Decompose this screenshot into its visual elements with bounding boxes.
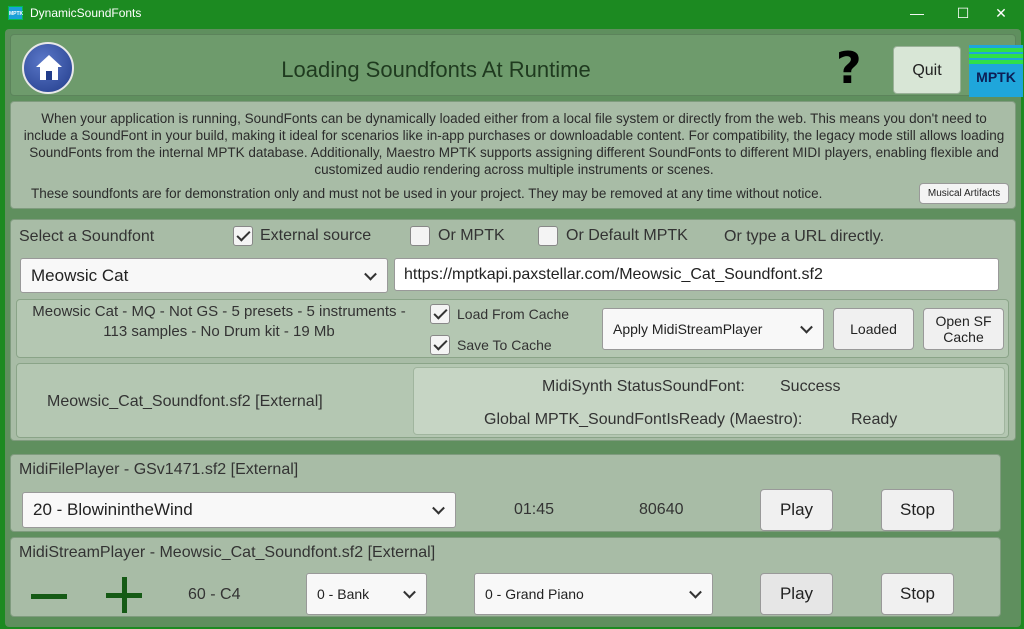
or-mptk-label: Or MPTK bbox=[438, 227, 505, 244]
chevron-down-icon bbox=[364, 267, 377, 281]
current-note: 60 - C4 bbox=[188, 586, 241, 603]
chevron-down-icon bbox=[432, 501, 445, 515]
home-icon bbox=[36, 55, 62, 80]
midi-stream-play-button[interactable]: Play bbox=[760, 573, 833, 615]
window-title: DynamicSoundFonts bbox=[30, 6, 142, 20]
or-mptk-checkbox[interactable] bbox=[410, 226, 430, 246]
midi-file-select-value: 20 - BlowinintheWind bbox=[33, 500, 193, 519]
midi-stream-stop-button[interactable]: Stop bbox=[881, 573, 954, 615]
chevron-down-icon bbox=[689, 585, 702, 599]
soundfont-select-value: Meowsic Cat bbox=[31, 265, 129, 285]
select-soundfont-label: Select a Soundfont bbox=[19, 228, 155, 245]
soundfont-status-panel: Meowsic_Cat_Soundfont.sf2 [External] Mid… bbox=[16, 363, 1009, 438]
midi-file-player-title: MidiFilePlayer - GSv1471.sf2 [External] bbox=[19, 461, 299, 478]
midi-stream-player-title: MidiStreamPlayer - Meowsic_Cat_Soundfont… bbox=[19, 544, 436, 561]
external-source-label: External source bbox=[260, 227, 372, 244]
app-icon: MPTK bbox=[8, 6, 23, 20]
open-sf-cache-button[interactable]: Open SF Cache bbox=[923, 308, 1004, 350]
minus-icon[interactable] bbox=[31, 594, 67, 599]
quit-button[interactable]: Quit bbox=[893, 46, 961, 94]
close-button[interactable]: ✕ bbox=[978, 0, 1024, 27]
url-input[interactable]: https://mptkapi.paxstellar.com/Meowsic_C… bbox=[394, 258, 999, 291]
page-title: Loading Soundfonts At Runtime bbox=[281, 57, 591, 82]
soundfont-info-text: Meowsic Cat - MQ - Not GS - 5 presets - … bbox=[32, 303, 406, 340]
url-hint-label: Or type a URL directly. bbox=[724, 228, 885, 245]
soundfont-panel: Select a Soundfont External source Or MP… bbox=[10, 219, 1016, 441]
midi-stream-player-panel: MidiStreamPlayer - Meowsic_Cat_Soundfont… bbox=[10, 537, 1001, 617]
midi-file-stop-button[interactable]: Stop bbox=[881, 489, 954, 531]
description-panel: When your application is running, SoundF… bbox=[10, 101, 1016, 209]
preset-select-value: 0 - Grand Piano bbox=[485, 586, 584, 602]
tick-count: 80640 bbox=[639, 501, 684, 518]
chevron-down-icon bbox=[403, 585, 416, 599]
playback-time: 01:45 bbox=[514, 501, 555, 518]
preset-select[interactable]: 0 - Grand Piano bbox=[474, 573, 713, 615]
logo-text: MPTK bbox=[976, 69, 1016, 85]
global-ready-label: Global MPTK_SoundFontIsReady (Maestro): bbox=[484, 411, 803, 428]
soundfont-select[interactable]: Meowsic Cat bbox=[20, 258, 388, 293]
home-button[interactable] bbox=[22, 42, 74, 94]
load-from-cache-label: Load From Cache bbox=[457, 306, 570, 322]
description-text: When your application is running, SoundF… bbox=[23, 111, 1005, 177]
external-source-checkbox[interactable] bbox=[233, 226, 253, 246]
or-default-mptk-label: Or Default MPTK bbox=[566, 227, 688, 244]
midi-file-player-panel: MidiFilePlayer - GSv1471.sf2 [External] … bbox=[10, 454, 1001, 532]
midi-file-play-button[interactable]: Play bbox=[760, 489, 833, 531]
midi-file-select[interactable]: 20 - BlowinintheWind bbox=[22, 492, 456, 528]
save-to-cache-label: Save To Cache bbox=[457, 337, 552, 353]
save-to-cache-checkbox[interactable] bbox=[430, 335, 450, 355]
header-bar: Loading Soundfonts At Runtime ? Quit MPT… bbox=[10, 34, 1023, 97]
help-icon[interactable]: ? bbox=[836, 43, 862, 94]
minimize-button[interactable]: — bbox=[894, 0, 940, 27]
load-from-cache-checkbox[interactable] bbox=[430, 304, 450, 324]
window-titlebar: MPTK DynamicSoundFonts — ☐ ✕ bbox=[0, 0, 1024, 27]
status-box: MidiSynth StatusSoundFont: Success Globa… bbox=[413, 367, 1005, 435]
mptk-logo: MPTK bbox=[969, 45, 1023, 97]
synth-status-label: MidiSynth StatusSoundFont: bbox=[542, 378, 745, 395]
loaded-button[interactable]: Loaded bbox=[833, 308, 914, 350]
app-content: Loading Soundfonts At Runtime ? Quit MPT… bbox=[5, 29, 1023, 627]
soundfont-info-panel: Meowsic Cat - MQ - Not GS - 5 presets - … bbox=[16, 299, 1009, 358]
chevron-down-icon bbox=[800, 320, 813, 334]
apply-player-select[interactable]: Apply MidiStreamPlayer bbox=[602, 308, 824, 350]
bank-select-value: 0 - Bank bbox=[317, 586, 370, 602]
global-ready-value: Ready bbox=[851, 411, 898, 428]
or-default-mptk-checkbox[interactable] bbox=[538, 226, 558, 246]
bank-select[interactable]: 0 - Bank bbox=[306, 573, 427, 615]
apply-player-value: Apply MidiStreamPlayer bbox=[613, 321, 763, 337]
musical-artifacts-button[interactable]: Musical Artifacts bbox=[919, 183, 1009, 204]
synth-status-value: Success bbox=[780, 378, 841, 395]
plus-icon-vertical[interactable] bbox=[122, 577, 127, 613]
loaded-file-label: Meowsic_Cat_Soundfont.sf2 [External] bbox=[47, 393, 323, 410]
disclaimer-text: These soundfonts are for demonstration o… bbox=[31, 186, 823, 201]
